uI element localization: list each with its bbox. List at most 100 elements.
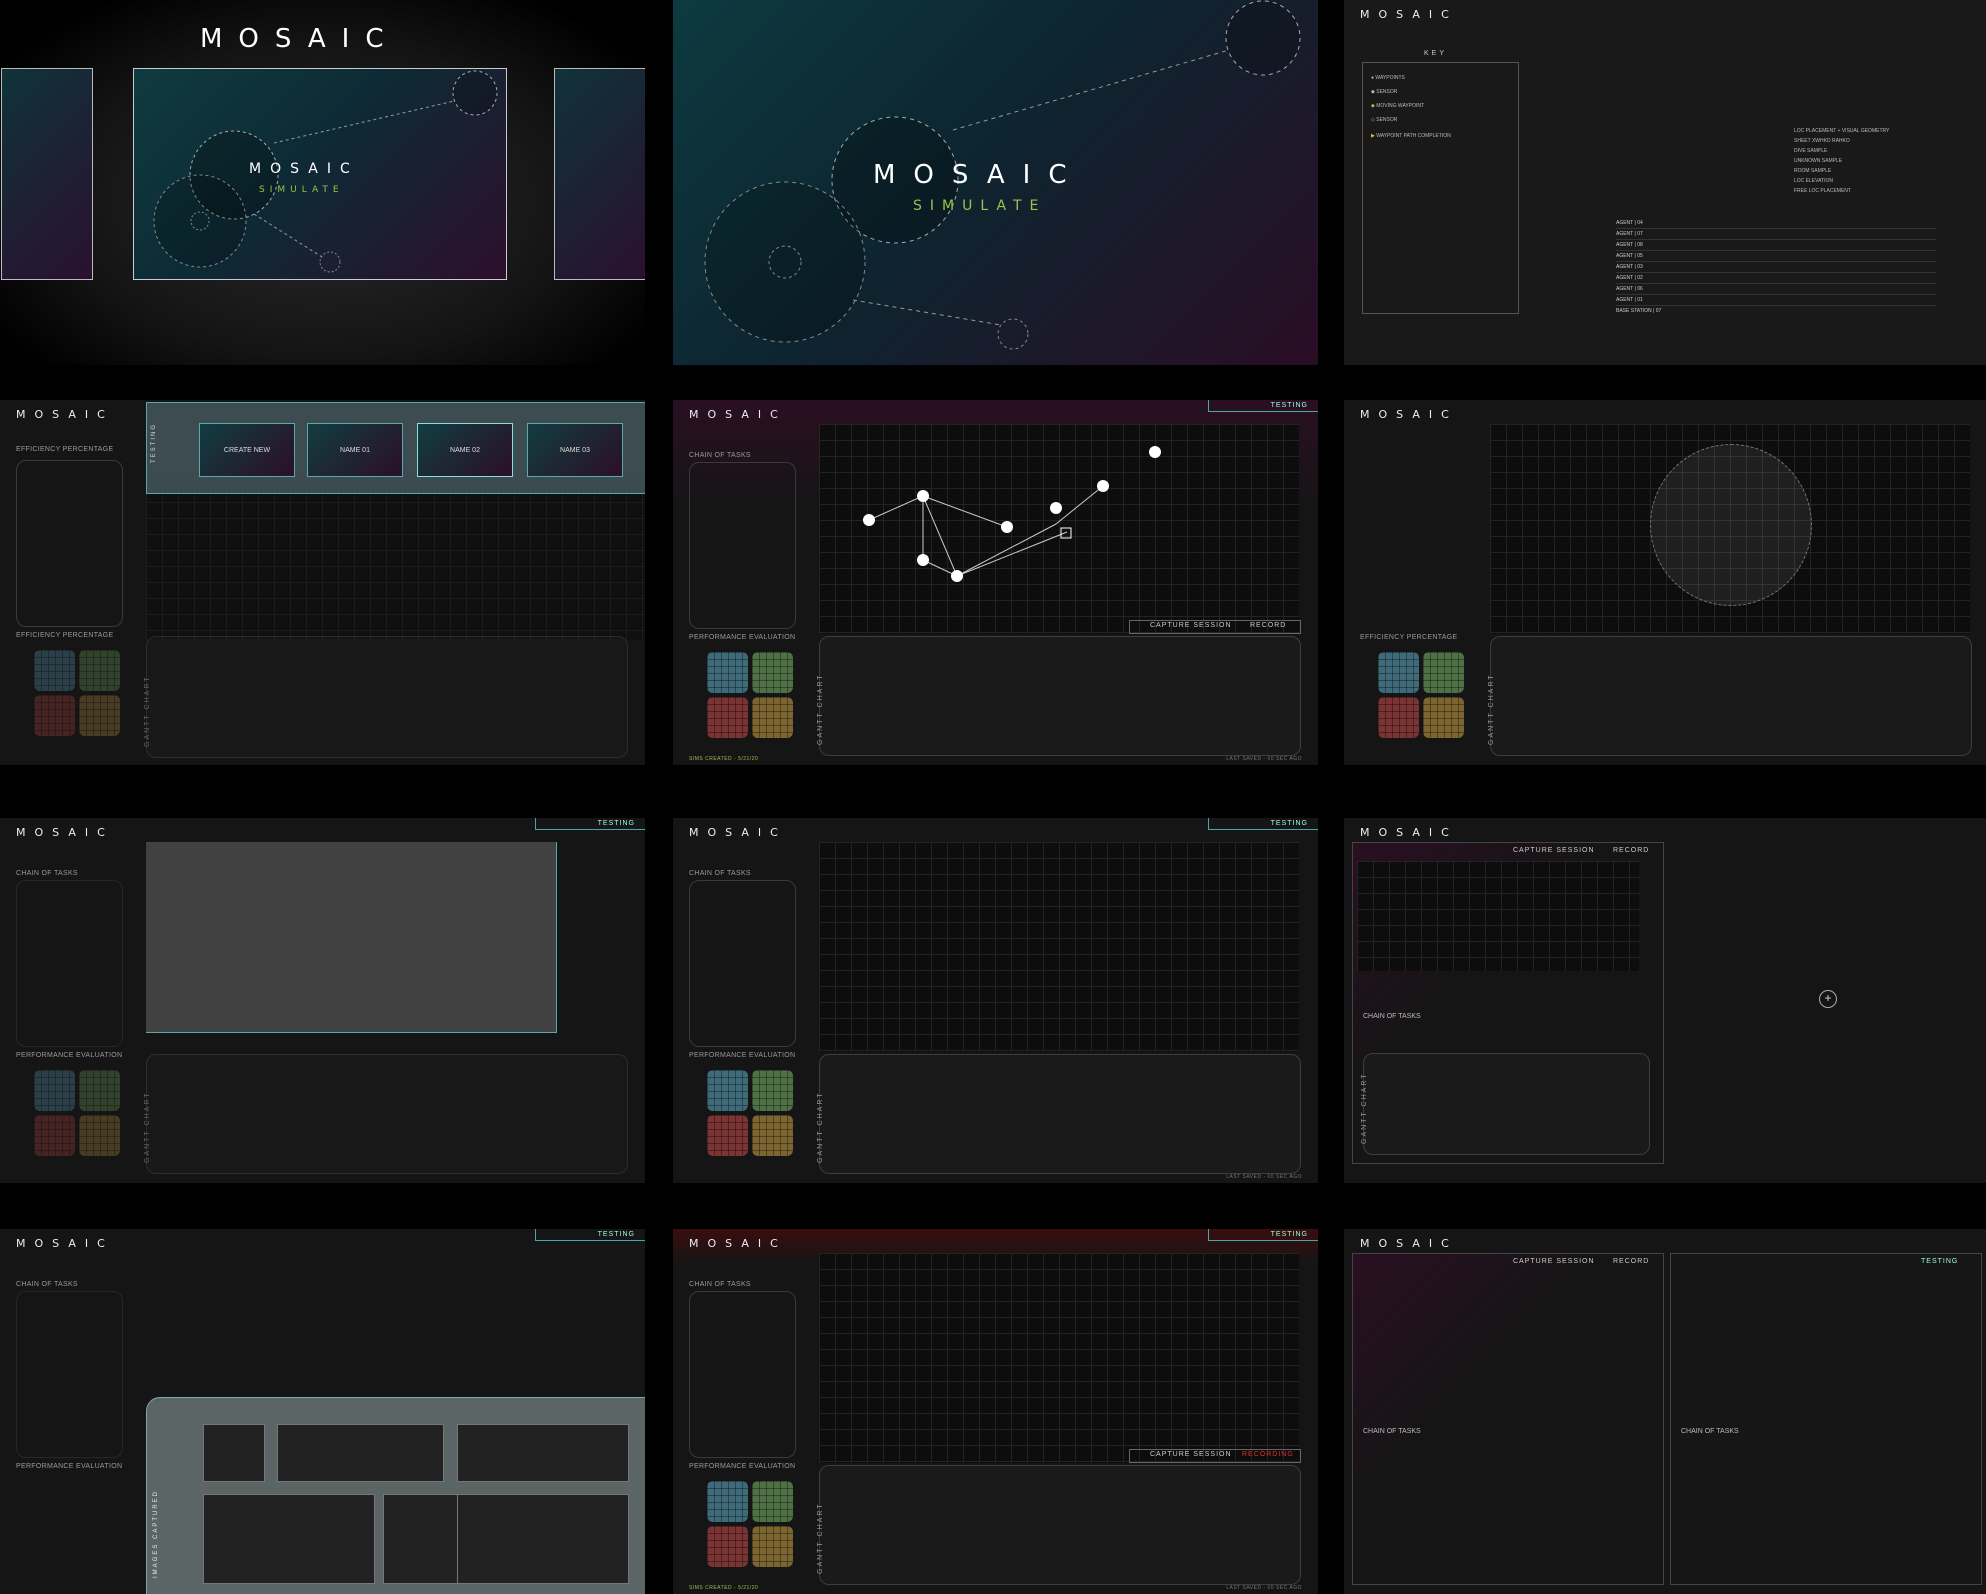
tab-testing[interactable]: TESTING <box>1208 818 1318 830</box>
tab-testing[interactable]: TESTING <box>1208 400 1318 412</box>
card-subtitle: SIMULATE <box>259 185 344 195</box>
capture-session-button[interactable]: CAPTURE SESSION <box>1513 1258 1595 1265</box>
brand-logo: MOSAIC <box>1360 826 1458 839</box>
intro-carousel-screen: MOSAIC MOSAIC SIMULATE <box>0 0 645 365</box>
node-04[interactable] <box>1050 502 1062 514</box>
task-map[interactable] <box>819 424 1299 634</box>
node-06[interactable] <box>1149 446 1161 458</box>
base-station-icon[interactable] <box>1060 527 1072 539</box>
node-bottom[interactable] <box>951 570 963 582</box>
card-brand-title: MOSAIC <box>249 161 359 177</box>
gantt-chart: GANTT CHART <box>817 1054 1301 1174</box>
captured-thumb-2[interactable] <box>277 1424 444 1482</box>
key-panel: ● WAYPOINTS ◆ SENSOR ◆ MOVING WAYPOINT ◇… <box>1362 62 1519 314</box>
tab-testing[interactable]: TESTING <box>1921 1258 1958 1265</box>
agent-table: AGENT | 04 AGENT | 07 AGENT | 08 AGENT |… <box>1616 218 1936 316</box>
chain-title: CHAIN OF TASKS <box>16 1281 78 1288</box>
images-drawer: IMAGES CAPTURED <box>146 1397 645 1594</box>
performance-quadrant[interactable] <box>707 1481 793 1567</box>
tab-testing[interactable]: TESTING <box>535 818 645 830</box>
key-path-completion: ▶ WAYPOINT PATH COMPLETION <box>1371 133 1451 139</box>
gantt-chart: GANTT CHART <box>144 1054 628 1174</box>
tab-testing[interactable]: TESTING <box>535 1229 645 1241</box>
key-item-label: WAYPOINT PATH COMPLETION <box>1376 133 1451 139</box>
side-by-side-screen: MOSAIC CAPTURE SESSION RECORD CHAIN OF T… <box>1344 1229 1986 1594</box>
performance-title: PERFORMANCE EVALUATION <box>16 1052 123 1059</box>
key-item-label: SENSOR <box>1376 117 1398 123</box>
node-02[interactable] <box>1001 521 1013 533</box>
node-01[interactable] <box>917 490 929 502</box>
brand-logo: MOSAIC <box>16 826 114 839</box>
sim-card-03[interactable]: NAME 03 <box>527 423 623 477</box>
testing-vertical-label: TESTING <box>151 422 157 463</box>
carousel-main-card[interactable]: MOSAIC SIMULATE <box>133 68 507 280</box>
captured-thumb-1[interactable] <box>203 1424 265 1482</box>
testing-screen-2: MOSAIC TESTING CHAIN OF TASKS PERFORMANC… <box>673 818 1318 1183</box>
carousel-next-card[interactable] <box>554 68 645 280</box>
capture-session-button[interactable]: CAPTURE SESSION <box>1150 1451 1232 1458</box>
agent-row: AGENT | 05 <box>1616 251 1936 262</box>
map-selection[interactable] <box>146 842 557 1033</box>
carousel-prev-card[interactable] <box>1 68 93 280</box>
sim-card-01[interactable]: NAME 01 <box>307 423 403 477</box>
mini-session: CAPTURE SESSION RECORD CHAIN OF TASKS GA… <box>1352 842 1664 1164</box>
mini-chain-label: CHAIN OF TASKS <box>1363 1013 1421 1020</box>
task-graph <box>863 446 1161 582</box>
captured-thumb-3[interactable] <box>457 1424 629 1482</box>
gantt-label: GANTT CHART <box>817 673 824 745</box>
performance-title: PERFORMANCE EVALUATION <box>689 634 796 641</box>
record-button[interactable]: RECORD <box>1613 1258 1649 1265</box>
gantt-chart: GANTT CHART <box>817 636 1301 756</box>
record-button[interactable]: RECORD <box>1250 622 1286 629</box>
gantt-chart: GANTT CHART <box>817 1465 1301 1585</box>
node-03[interactable] <box>917 554 929 566</box>
task-map[interactable] <box>819 842 1299 1052</box>
legend-item: LOC PLACEMENT + VISUAL GEOMETRY <box>1794 128 1890 134</box>
agent-row: AGENT | 03 <box>1616 262 1936 273</box>
efficiency-quadrant[interactable] <box>1378 652 1464 738</box>
node-05[interactable] <box>863 514 875 526</box>
tab-testing[interactable]: TESTING <box>1208 1229 1318 1241</box>
capture-session-button[interactable]: CAPTURE SESSION <box>1513 847 1595 854</box>
task-map[interactable] <box>146 470 645 640</box>
agent-sidebar <box>16 460 123 627</box>
gantt-label: GANTT CHART <box>1488 673 1495 745</box>
add-comparison-button[interactable]: + <box>1819 990 1837 1008</box>
agent-sidebar <box>689 880 796 1047</box>
captured-thumb-6[interactable] <box>457 1494 629 1584</box>
captured-thumb-4[interactable] <box>203 1494 375 1584</box>
performance-title: PERFORMANCE EVALUATION <box>16 1463 123 1470</box>
legend-item: LOC ELEVATION <box>1794 178 1833 184</box>
base-station-row: BASE STATION | 07 <box>1616 308 1662 314</box>
left-chain-label: CHAIN OF TASKS <box>1363 1428 1421 1435</box>
task-map[interactable] <box>1490 424 1970 634</box>
performance-title: PERFORMANCE EVALUATION <box>689 1463 796 1470</box>
captured-thumb-5[interactable] <box>383 1494 465 1584</box>
sim-card-02[interactable]: NAME 02 <box>417 423 513 477</box>
images-captured-screen: MOSAIC TESTING CHAIN OF TASKS IMAGES CAP… <box>0 1229 645 1594</box>
brand-logo: MOSAIC <box>1360 1237 1458 1250</box>
create-new-button[interactable]: CREATE NEW <box>199 423 295 477</box>
node-07[interactable] <box>1097 480 1109 492</box>
task-map[interactable] <box>819 1253 1299 1463</box>
key-item-label: WAYPOINTS <box>1375 75 1405 81</box>
performance-quadrant[interactable] <box>707 1070 793 1156</box>
key-title: KEY <box>1424 50 1448 57</box>
testing-screen: MOSAIC TESTING CHAIN OF TASKS CAPTURE SE… <box>673 400 1318 765</box>
key-waypoints: ● WAYPOINTS <box>1371 75 1405 81</box>
brand-logo: MOSAIC <box>16 408 114 421</box>
performance-quadrant[interactable] <box>707 652 793 738</box>
record-button[interactable]: RECORD <box>1613 847 1649 854</box>
key-item-label: SENSOR <box>1376 89 1398 95</box>
brand-logo: MOSAIC <box>16 1237 114 1250</box>
recording-indicator[interactable]: RECORDING <box>1242 1451 1294 1458</box>
capture-session-button[interactable]: CAPTURE SESSION <box>1150 622 1232 629</box>
legend-item: ROOM SAMPLE <box>1794 168 1832 174</box>
gantt-label: GANTT CHART <box>1361 1072 1368 1144</box>
brand-logo: MOSAIC <box>1360 8 1458 21</box>
mini-task-map[interactable] <box>1357 861 1639 971</box>
gantt-label: GANTT CHART <box>817 1502 824 1574</box>
sim-drawer: TESTING CREATE NEW NAME 01 NAME 02 NAME … <box>146 402 645 494</box>
sensor-icon: ◆ <box>1371 89 1375 95</box>
chain-title: CHAIN OF TASKS <box>689 452 751 459</box>
